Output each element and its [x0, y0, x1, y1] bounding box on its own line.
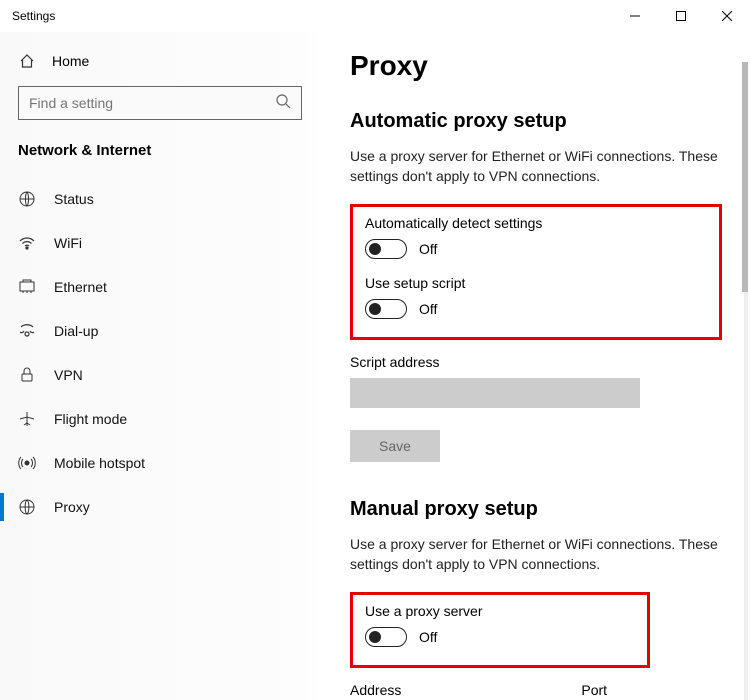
script-address-label: Script address — [350, 354, 722, 370]
auto-detect-toggle[interactable] — [365, 239, 407, 259]
section-heading: Network & Internet — [18, 142, 302, 159]
use-proxy-state: Off — [419, 629, 437, 645]
auto-detect-label: Automatically detect settings — [365, 215, 707, 231]
sidebar-item-label: Proxy — [54, 499, 90, 515]
window-title: Settings — [12, 9, 55, 23]
sidebar-item-vpn[interactable]: VPN — [18, 353, 302, 397]
close-button[interactable] — [704, 0, 750, 32]
manual-heading: Manual proxy setup — [350, 498, 722, 521]
search-input[interactable] — [29, 95, 275, 111]
auto-detect-state: Off — [419, 241, 437, 257]
manual-highlight: Use a proxy server Off — [350, 592, 650, 668]
sidebar-item-flightmode[interactable]: Flight mode — [18, 397, 302, 441]
sidebar-item-hotspot[interactable]: Mobile hotspot — [18, 441, 302, 485]
scrollbar[interactable] — [744, 62, 748, 700]
port-label: Port — [581, 682, 607, 698]
sidebar-item-wifi[interactable]: WiFi — [18, 221, 302, 265]
airplane-icon — [18, 410, 36, 428]
setup-script-state: Off — [419, 301, 437, 317]
proxy-icon — [18, 498, 36, 516]
scrollbar-thumb[interactable] — [742, 62, 748, 292]
hotspot-icon — [18, 454, 36, 472]
sidebar-item-label: Status — [54, 191, 94, 207]
save-button[interactable]: Save — [350, 430, 440, 462]
search-icon — [275, 93, 291, 114]
home-icon — [18, 52, 36, 70]
auto-heading: Automatic proxy setup — [350, 110, 722, 133]
address-label: Address — [350, 682, 401, 698]
sidebar-item-label: Mobile hotspot — [54, 455, 145, 471]
ethernet-icon — [18, 278, 36, 296]
dialup-icon — [18, 322, 36, 340]
titlebar: Settings — [0, 0, 750, 32]
setup-script-toggle[interactable] — [365, 299, 407, 319]
sidebar-item-label: WiFi — [54, 235, 82, 251]
script-address-input[interactable] — [350, 378, 640, 408]
wifi-icon — [18, 234, 36, 252]
sidebar-item-status[interactable]: Status — [18, 177, 302, 221]
search-box[interactable] — [18, 86, 302, 120]
use-proxy-label: Use a proxy server — [365, 603, 635, 619]
vpn-icon — [18, 366, 36, 384]
content-pane: Proxy Automatic proxy setup Use a proxy … — [320, 32, 750, 700]
sidebar-item-label: Ethernet — [54, 279, 107, 295]
status-icon — [18, 190, 36, 208]
page-title: Proxy — [350, 50, 722, 82]
home-link[interactable]: Home — [18, 44, 302, 86]
sidebar-item-dialup[interactable]: Dial-up — [18, 309, 302, 353]
sidebar-item-label: Dial-up — [54, 323, 98, 339]
sidebar-item-label: Flight mode — [54, 411, 127, 427]
home-label: Home — [52, 53, 89, 69]
sidebar-item-proxy[interactable]: Proxy — [18, 485, 302, 529]
maximize-button[interactable] — [658, 0, 704, 32]
manual-desc: Use a proxy server for Ethernet or WiFi … — [350, 535, 720, 574]
use-proxy-toggle[interactable] — [365, 627, 407, 647]
setup-script-label: Use setup script — [365, 275, 707, 291]
auto-desc: Use a proxy server for Ethernet or WiFi … — [350, 147, 720, 186]
sidebar-item-ethernet[interactable]: Ethernet — [18, 265, 302, 309]
sidebar: Home Network & Internet Status WiFi — [0, 32, 320, 700]
sidebar-item-label: VPN — [54, 367, 83, 383]
auto-highlight: Automatically detect settings Off Use se… — [350, 204, 722, 340]
minimize-button[interactable] — [612, 0, 658, 32]
